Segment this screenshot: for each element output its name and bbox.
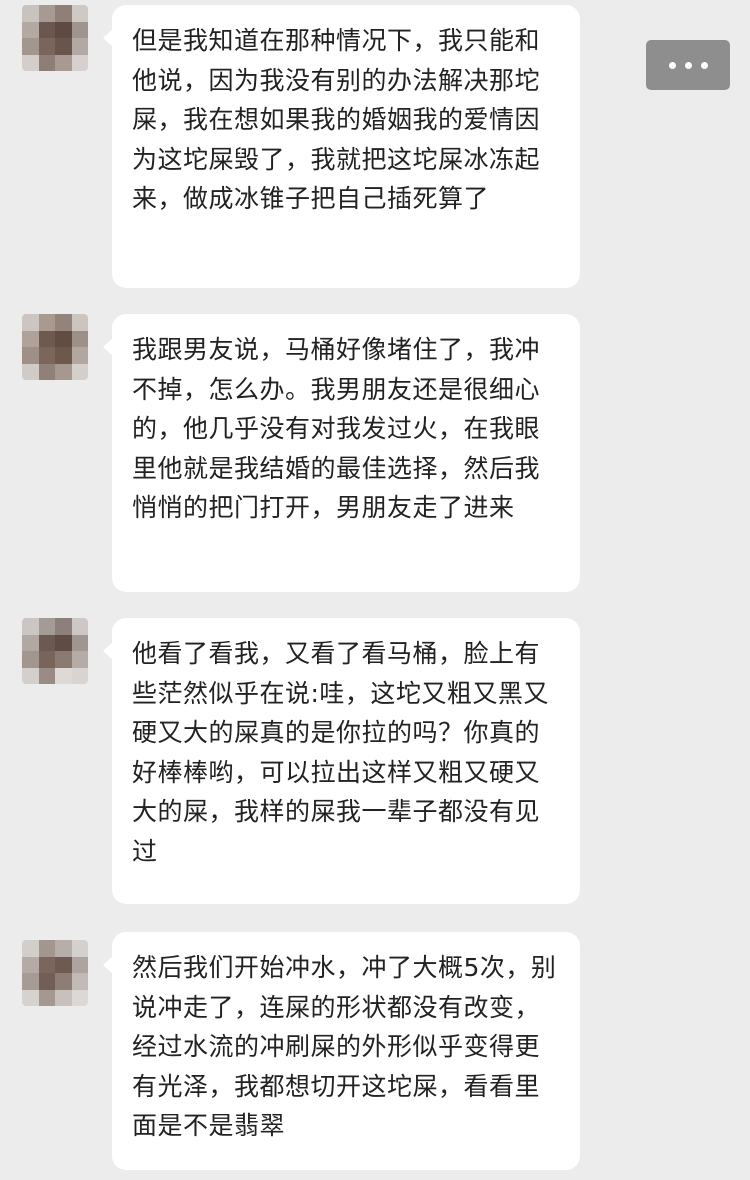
more-dots-icon	[700, 61, 708, 69]
message-bubble[interactable]: 我跟男友说，马桶好像堵住了，我冲不掉，怎么办。我男朋友还是很细心的，他几乎没有对…	[103, 314, 580, 592]
message-bubble[interactable]: 他看了看我，又看了看马桶，脸上有些茫然似乎在说:哇，这坨又粗又黑又硬又大的屎真的…	[103, 618, 580, 904]
more-dots-icon	[684, 61, 692, 69]
avatar[interactable]	[22, 618, 88, 684]
message-text: 他看了看我，又看了看马桶，脸上有些茫然似乎在说:哇，这坨又粗又黑又硬又大的屎真的…	[132, 639, 549, 866]
message-bubble[interactable]: 然后我们开始冲水，冲了大概5次，别说冲走了，连屎的形状都没有改变，经过水流的冲刷…	[103, 932, 580, 1170]
message-text: 我跟男友说，马桶好像堵住了，我冲不掉，怎么办。我男朋友还是很细心的，他几乎没有对…	[132, 335, 541, 522]
more-options-button[interactable]	[646, 40, 730, 90]
more-dots-icon	[668, 61, 676, 69]
chat-area[interactable]: 但是我知道在那种情况下，我只能和他说，因为我没有别的办法解决那坨屎，我在想如果我…	[0, 0, 750, 1180]
avatar[interactable]	[22, 314, 88, 380]
avatar[interactable]	[22, 5, 88, 71]
message-text: 然后我们开始冲水，冲了大概5次，别说冲走了，连屎的形状都没有改变，经过水流的冲刷…	[132, 953, 557, 1140]
avatar[interactable]	[22, 940, 88, 1006]
message-text: 但是我知道在那种情况下，我只能和他说，因为我没有别的办法解决那坨屎，我在想如果我…	[132, 26, 541, 213]
message-bubble[interactable]: 但是我知道在那种情况下，我只能和他说，因为我没有别的办法解决那坨屎，我在想如果我…	[103, 5, 580, 288]
